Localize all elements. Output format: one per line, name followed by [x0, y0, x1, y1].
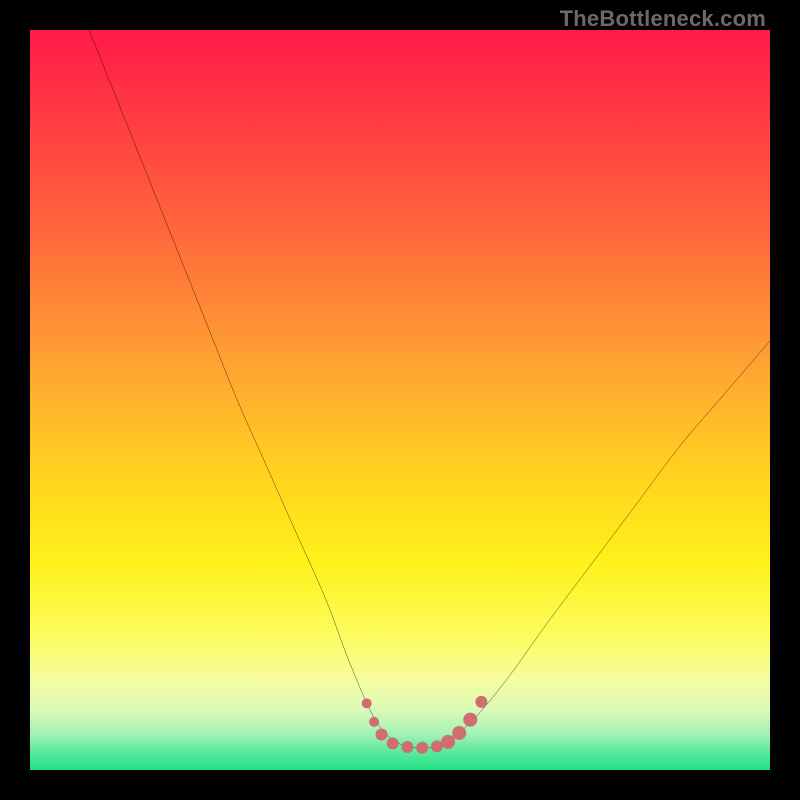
highlight-dot — [441, 735, 455, 749]
highlight-dot — [369, 717, 379, 727]
highlight-dot — [452, 726, 466, 740]
chart-curve-layer — [30, 30, 770, 770]
watermark-text: TheBottleneck.com — [560, 6, 766, 32]
bottleneck-curve — [89, 30, 770, 748]
highlight-dot — [362, 698, 372, 708]
highlight-dot — [387, 737, 399, 749]
highlight-dot — [416, 742, 428, 754]
highlight-dot — [463, 713, 477, 727]
highlight-dot — [475, 696, 487, 708]
plot-area — [30, 30, 770, 770]
highlight-dot — [401, 741, 413, 753]
highlight-markers — [362, 696, 488, 754]
highlight-dot — [375, 728, 387, 740]
chart-frame: TheBottleneck.com — [0, 0, 800, 800]
